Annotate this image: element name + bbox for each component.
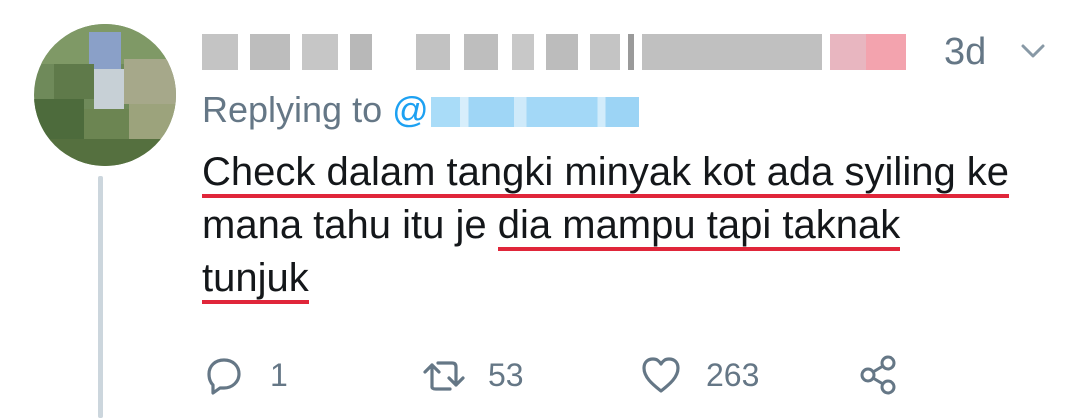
like-button[interactable]: 263	[640, 350, 759, 400]
reply-icon	[204, 355, 244, 395]
chevron-down-icon[interactable]	[1020, 40, 1046, 62]
replied-user-handle[interactable]: @	[392, 89, 639, 130]
tweet-text-line-1: Check dalam tangki minyak kot ada syilin…	[202, 150, 1010, 198]
avatar[interactable]	[34, 24, 176, 166]
reply-count: 1	[270, 356, 288, 393]
like-count: 263	[706, 356, 760, 393]
tweet-header: 3d	[202, 28, 1062, 76]
tweet-text-line-2-plain: mana tahu itu je	[202, 203, 498, 247]
share-button[interactable]	[858, 350, 900, 400]
replying-to: Replying to @	[202, 88, 639, 132]
tweet-actions: 1 53 263	[204, 350, 904, 400]
author-name-redacted[interactable]	[202, 34, 912, 70]
reply-button[interactable]: 1	[204, 350, 288, 400]
tweet-text: Check dalam tangki minyak kot ada syilin…	[202, 146, 1062, 305]
like-icon	[640, 355, 682, 395]
tweet-timestamp[interactable]: 3d	[944, 30, 986, 74]
thread-line	[98, 176, 103, 418]
retweet-count: 53	[488, 356, 524, 393]
share-icon	[858, 354, 900, 396]
tweet-text-line-3-highlight: tunjuk	[202, 256, 309, 304]
tweet-text-line-2-highlight: dia mampu tapi taknak	[497, 203, 901, 251]
retweet-button[interactable]: 53	[422, 350, 524, 400]
retweet-icon	[422, 355, 470, 395]
replying-to-label: Replying to	[202, 89, 383, 130]
